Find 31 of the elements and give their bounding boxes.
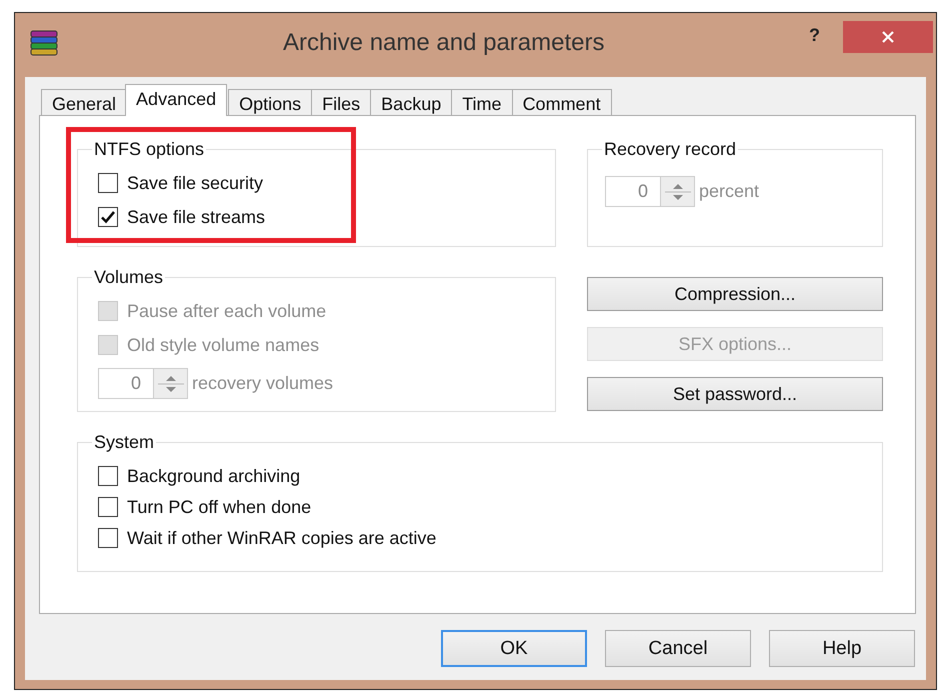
close-icon (881, 30, 895, 44)
dialog-button[interactable]: OK (441, 630, 587, 667)
checkbox-label: Save file security (127, 172, 264, 194)
tab[interactable]: General (41, 89, 128, 115)
checkbox[interactable] (98, 207, 118, 227)
checkbox[interactable] (98, 173, 118, 193)
group-title: NTFS options (93, 139, 206, 160)
tab[interactable]: Comment (512, 89, 612, 115)
checkbox[interactable] (98, 466, 118, 486)
checkbox-label: Wait if other WinRAR copies are active (127, 528, 436, 548)
unit-label: percent (699, 181, 760, 202)
window-title: Archive name and parameters (283, 29, 604, 57)
dialog-button[interactable]: Compression... (587, 277, 883, 311)
dialog-button[interactable]: Cancel (605, 630, 751, 667)
checkbox-label: Old style volume names (127, 334, 320, 356)
unit-label: recovery volumes (192, 373, 334, 394)
checkbox-label: Background archiving (127, 466, 300, 486)
checkbox-label: Turn PC off when done (127, 496, 312, 518)
checkbox-label: Save file streams (127, 206, 266, 228)
checkbox[interactable] (98, 497, 118, 517)
help-button[interactable]: ? (809, 25, 820, 46)
group-title: Volumes (93, 267, 164, 288)
checkbox[interactable] (98, 528, 118, 548)
tab[interactable]: Options (228, 89, 312, 115)
group-title: System (93, 432, 156, 453)
dialog-button[interactable]: Help (769, 630, 915, 667)
tab[interactable]: Advanced (125, 84, 228, 116)
group-title: Recovery record (603, 139, 738, 160)
tab[interactable]: Backup (370, 89, 452, 115)
dialog-button[interactable]: Set password... (587, 377, 883, 411)
checkbox-label: Pause after each volume (127, 300, 326, 322)
